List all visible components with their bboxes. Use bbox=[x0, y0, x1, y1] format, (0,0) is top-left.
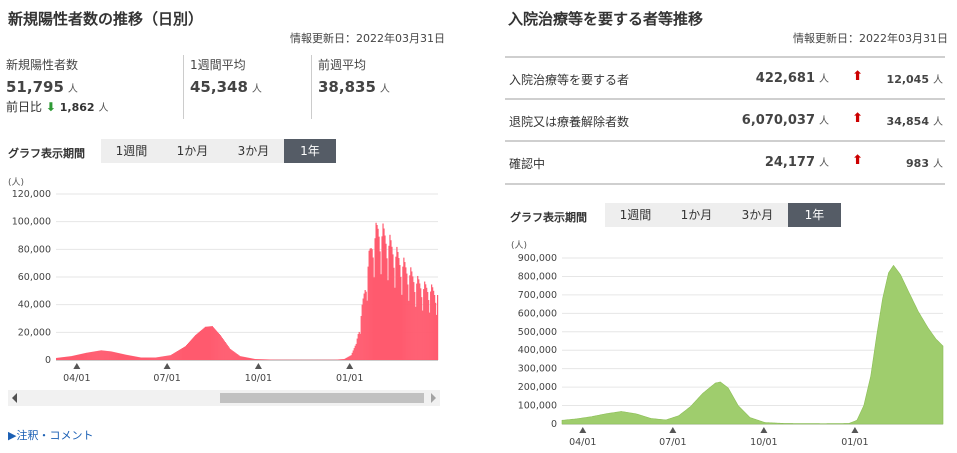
y-tick-label: 900,000 bbox=[518, 253, 557, 264]
row-value: 24,177 人 bbox=[764, 155, 829, 170]
stat-label: 前週平均 bbox=[318, 58, 367, 72]
stat-value: 38,835 人 bbox=[318, 78, 390, 96]
y-unit-label: (人) bbox=[511, 240, 527, 251]
row-label: 入院治療等を要する者 bbox=[509, 73, 630, 87]
x-tick-label: 04/01 bbox=[63, 373, 90, 384]
right-panel-title: 入院治療等を要する者等推移 bbox=[508, 10, 704, 28]
stat-value: 45,348 人 bbox=[190, 78, 262, 96]
table-row: 退院又は療養解除者数 6,070,037 人 ⬆ 34,854 人 bbox=[505, 98, 945, 141]
row-value: 422,681 人 bbox=[755, 71, 829, 86]
y-tick-label: 40,000 bbox=[18, 300, 51, 311]
bar bbox=[437, 295, 439, 360]
y-tick-label: 120,000 bbox=[12, 189, 51, 200]
left-updated-date: 情報更新日：2022年03月31日 bbox=[290, 32, 445, 45]
period-1month-button[interactable]: 1か月 bbox=[162, 139, 223, 163]
row-label: 確認中 bbox=[509, 157, 546, 171]
y-tick-label: 60,000 bbox=[18, 272, 51, 283]
x-tick-label: 07/01 bbox=[659, 437, 686, 448]
x-tick-label: 01/01 bbox=[841, 437, 868, 448]
stat-label: 新規陽性者数 bbox=[6, 58, 79, 72]
stat-divider bbox=[183, 55, 184, 119]
prev-day-value: 1,862 bbox=[59, 101, 95, 114]
period-3month-button[interactable]: 3か月 bbox=[223, 139, 284, 163]
arrow-up-icon: ⬆ bbox=[852, 69, 863, 84]
period-1month-button[interactable]: 1か月 bbox=[666, 203, 727, 227]
chart-scrollbar[interactable] bbox=[8, 390, 440, 406]
left-period-label: グラフ表示期間 bbox=[8, 147, 85, 160]
x-tick-label: 01/01 bbox=[336, 373, 363, 384]
arrow-up-icon: ⬆ bbox=[852, 111, 863, 126]
x-tick-label: 10/01 bbox=[245, 373, 272, 384]
y-tick-label: 80,000 bbox=[18, 244, 51, 255]
y-tick-label: 20,000 bbox=[18, 327, 51, 338]
stat-weekly-average: 1週間平均 45,348 人 bbox=[190, 56, 262, 96]
x-tick-marker bbox=[73, 363, 81, 369]
row-delta: 12,045 人 bbox=[886, 73, 943, 86]
inpatient-chart: (人) 0 100,000 200,000 300,000 400,000 500,000 6… bbox=[511, 240, 944, 448]
row-delta: 983 人 bbox=[906, 157, 943, 170]
table-row: 確認中 24,177 人 ⬆ 983 人 bbox=[505, 140, 945, 185]
arrow-down-icon: ⬇ bbox=[45, 100, 56, 114]
stat-value: 51,795 人 bbox=[6, 78, 78, 96]
x-tick-label: 04/01 bbox=[569, 437, 596, 448]
notes-comment-link[interactable]: ▶注釈・コメント bbox=[8, 427, 93, 443]
right-updated-date: 情報更新日：2022年03月31日 bbox=[793, 32, 948, 45]
right-period-selector: 1週間 1か月 3か月 1年 bbox=[605, 203, 841, 227]
y-tick-label: 100,000 bbox=[12, 217, 51, 228]
y-tick-label: 0 bbox=[551, 419, 557, 430]
x-tick-marker bbox=[669, 427, 677, 433]
period-1week-button[interactable]: 1週間 bbox=[101, 139, 162, 163]
scroll-right-icon[interactable] bbox=[431, 393, 436, 403]
new-cases-chart: (人) 0 20,000 40,000 60,000 80,000 100,000 120,0… bbox=[8, 177, 439, 384]
x-tick-marker bbox=[254, 363, 262, 369]
period-1year-button[interactable]: 1年 bbox=[284, 139, 336, 163]
y-tick-label: 700,000 bbox=[518, 290, 557, 301]
stat-new-cases: 新規陽性者数 51,795 人 前日比 ⬇ 1,862 人 bbox=[6, 56, 109, 115]
left-panel-title: 新規陽性者数の推移（日別） bbox=[8, 10, 204, 28]
x-tick-marker bbox=[346, 363, 354, 369]
row-value: 6,070,037 人 bbox=[741, 113, 829, 128]
y-unit-label: (人) bbox=[8, 177, 24, 188]
right-period-label: グラフ表示期間 bbox=[510, 211, 587, 224]
y-tick-label: 800,000 bbox=[518, 271, 557, 282]
stat-divider bbox=[311, 55, 312, 119]
period-1week-button[interactable]: 1週間 bbox=[605, 203, 666, 227]
row-delta: 34,854 人 bbox=[886, 115, 943, 128]
x-tick-label: 07/01 bbox=[153, 373, 180, 384]
y-tick-label: 600,000 bbox=[518, 308, 557, 319]
arrow-up-icon: ⬆ bbox=[852, 153, 863, 168]
stat-label: 1週間平均 bbox=[190, 58, 246, 72]
x-tick-label: 10/01 bbox=[750, 437, 777, 448]
y-tick-label: 300,000 bbox=[518, 364, 557, 375]
y-tick-label: 400,000 bbox=[518, 345, 557, 356]
x-tick-marker bbox=[851, 427, 859, 433]
y-tick-label: 200,000 bbox=[518, 382, 557, 393]
period-3month-button[interactable]: 3か月 bbox=[727, 203, 788, 227]
scroll-left-icon[interactable] bbox=[12, 393, 17, 403]
table-row: 入院治療等を要する者 422,681 人 ⬆ 12,045 人 bbox=[505, 56, 945, 99]
y-tick-label: 100,000 bbox=[518, 401, 557, 412]
row-label: 退院又は療養解除者数 bbox=[509, 115, 630, 129]
y-tick-label: 0 bbox=[45, 355, 51, 366]
x-tick-marker bbox=[163, 363, 171, 369]
stat-prev-week-average: 前週平均 38,835 人 bbox=[318, 56, 390, 96]
prev-day-comparison: 前日比 ⬇ 1,862 人 bbox=[6, 100, 109, 114]
period-1year-button[interactable]: 1年 bbox=[788, 203, 841, 227]
y-tick-label: 500,000 bbox=[518, 327, 557, 338]
scroll-thumb[interactable] bbox=[220, 393, 424, 403]
left-period-selector: 1週間 1か月 3か月 1年 bbox=[101, 139, 336, 163]
area-series bbox=[561, 264, 944, 425]
x-tick-marker bbox=[760, 427, 768, 433]
x-tick-marker bbox=[579, 427, 587, 433]
prev-day-label: 前日比 bbox=[6, 100, 43, 114]
